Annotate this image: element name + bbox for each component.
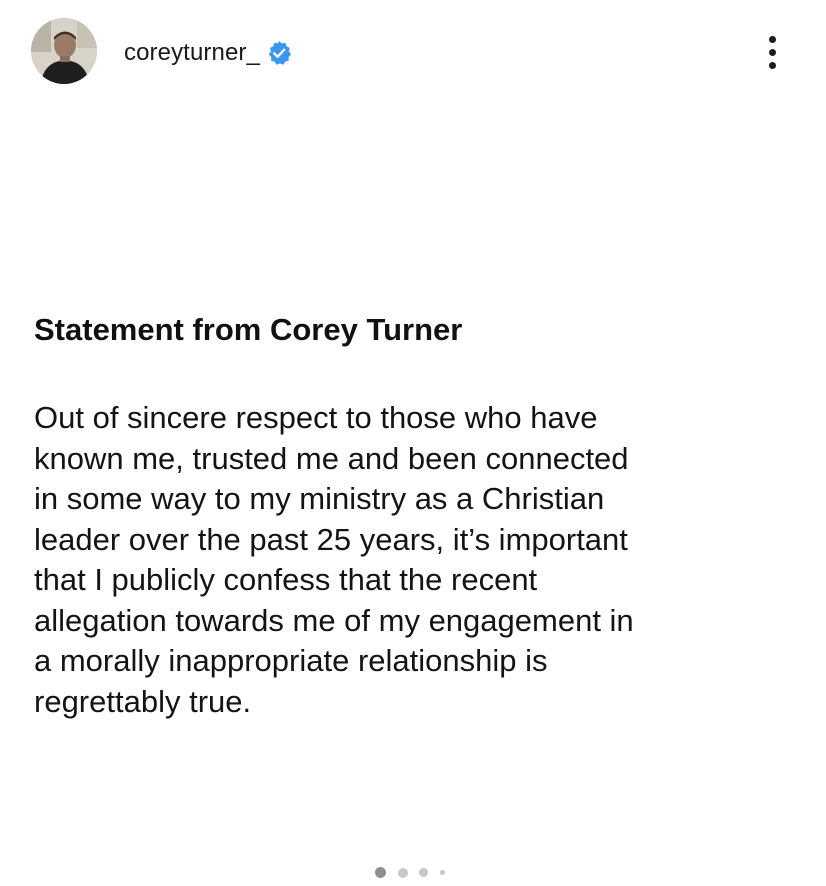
carousel-dot-1[interactable] xyxy=(375,867,386,878)
statement-line: Out of sincere respect to those who have xyxy=(34,400,598,435)
carousel-dot-2[interactable] xyxy=(398,868,408,878)
statement-line: known me, trusted me and been connected xyxy=(34,440,629,476)
more-dot-icon xyxy=(769,36,776,43)
statement-line: allegation towards me of my engagement i… xyxy=(34,602,634,638)
statement-line: leader over the past 25 years, it’s impo… xyxy=(34,521,628,557)
carousel-indicator xyxy=(0,866,826,880)
avatar[interactable] xyxy=(31,18,97,84)
statement-line: that I publicly confess that the recent xyxy=(34,562,538,597)
post-content: Statement from Corey Turner Out of since… xyxy=(34,308,804,722)
statement-line: a morally inappropriate relationship is xyxy=(34,643,548,678)
verified-badge-icon xyxy=(268,40,291,65)
post-header: coreyturner_ xyxy=(0,0,826,110)
statement-text: Out of sincere respect to those who have… xyxy=(34,398,804,722)
carousel-dot-4[interactable] xyxy=(440,870,445,875)
profile-photo-icon xyxy=(31,18,97,84)
statement-title: Statement from Corey Turner xyxy=(34,312,463,347)
username[interactable]: coreyturner_ xyxy=(124,41,260,65)
statement-line: in some way to my ministry as a Christia… xyxy=(34,481,605,516)
username-row: coreyturner_ xyxy=(124,36,292,70)
more-options-button[interactable] xyxy=(755,30,791,74)
statement-line: regrettably true. xyxy=(34,683,252,719)
more-dot-icon xyxy=(769,49,776,56)
carousel-dot-3[interactable] xyxy=(419,868,428,877)
more-dot-icon xyxy=(769,62,776,69)
